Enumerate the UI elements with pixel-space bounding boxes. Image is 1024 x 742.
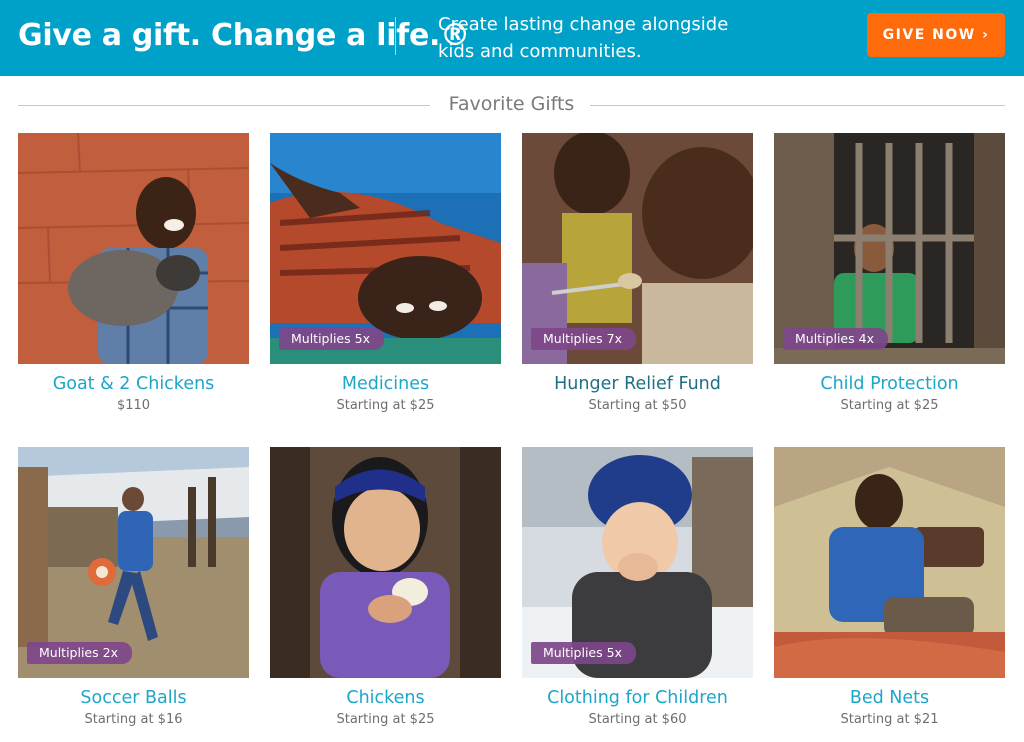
gift-price: Starting at $21 (840, 712, 939, 727)
gift-price: Starting at $25 (840, 398, 939, 413)
gift-card-clothing[interactable]: Multiplies 5x Clothing for Children Star… (522, 447, 753, 729)
gift-title[interactable]: Bed Nets (774, 688, 1005, 708)
gift-price: Starting at $25 (336, 398, 435, 413)
gift-price: $110 (116, 398, 151, 413)
section-heading: Favorite Gifts (18, 92, 1005, 118)
gift-card-hunger-relief[interactable]: Multiplies 7x Hunger Relief Fund Startin… (522, 133, 753, 415)
gift-title[interactable]: Goat & 2 Chickens (18, 374, 249, 394)
promo-banner: Give a gift. Change a life.® Create last… (0, 0, 1024, 76)
multiplier-badge: Multiplies 7x (531, 328, 636, 350)
multiplier-badge: Multiplies 2x (27, 642, 132, 664)
gift-photo[interactable]: Multiplies 2x (18, 447, 249, 678)
gift-card-medicines[interactable]: Multiplies 5x Medicines Starting at $25 (270, 133, 501, 415)
gift-title[interactable]: Clothing for Children (522, 688, 753, 708)
multiplier-badge: Multiplies 5x (279, 328, 384, 350)
gift-price: Starting at $16 (84, 712, 183, 727)
multiplier-badge: Multiplies 4x (783, 328, 888, 350)
section-title: Favorite Gifts (448, 93, 575, 115)
gift-photo[interactable] (270, 447, 501, 678)
gift-title[interactable]: Child Protection (774, 374, 1005, 394)
heading-rule-right (590, 105, 1005, 106)
gift-card-chickens[interactable]: Chickens Starting at $25 (270, 447, 501, 729)
gift-grid: Goat & 2 Chickens $110 Multiplies 5x Med… (18, 133, 1006, 729)
multiplier-badge: Multiplies 5x (531, 642, 636, 664)
gift-photo[interactable]: Multiplies 4x (774, 133, 1005, 364)
gift-photo[interactable]: Multiplies 5x (522, 447, 753, 678)
gift-price: Starting at $60 (588, 712, 687, 727)
gift-photo[interactable]: Multiplies 5x (270, 133, 501, 364)
gift-card-child-protection[interactable]: Multiplies 4x Child Protection Starting … (774, 133, 1005, 415)
gift-price: Starting at $25 (336, 712, 435, 727)
gift-title[interactable]: Chickens (270, 688, 501, 708)
gift-title[interactable]: Medicines (270, 374, 501, 394)
gift-title[interactable]: Soccer Balls (18, 688, 249, 708)
gift-price: Starting at $50 (588, 398, 687, 413)
gift-card-soccer-balls[interactable]: Multiplies 2x Soccer Balls Starting at $… (18, 447, 249, 729)
gift-photo[interactable] (774, 447, 1005, 678)
banner-tagline: Create lasting change alongside kids and… (438, 14, 729, 62)
gift-title[interactable]: Hunger Relief Fund (522, 374, 753, 394)
gift-photo[interactable]: Multiplies 7x (522, 133, 753, 364)
banner-divider (395, 17, 396, 55)
give-now-button[interactable]: GIVE NOW › (867, 13, 1005, 57)
gift-card-bed-nets[interactable]: Bed Nets Starting at $21 (774, 447, 1005, 729)
gift-card-goat[interactable]: Goat & 2 Chickens $110 (18, 133, 249, 415)
gift-photo[interactable] (18, 133, 249, 364)
banner-title: Give a gift. Change a life.® (18, 18, 470, 53)
